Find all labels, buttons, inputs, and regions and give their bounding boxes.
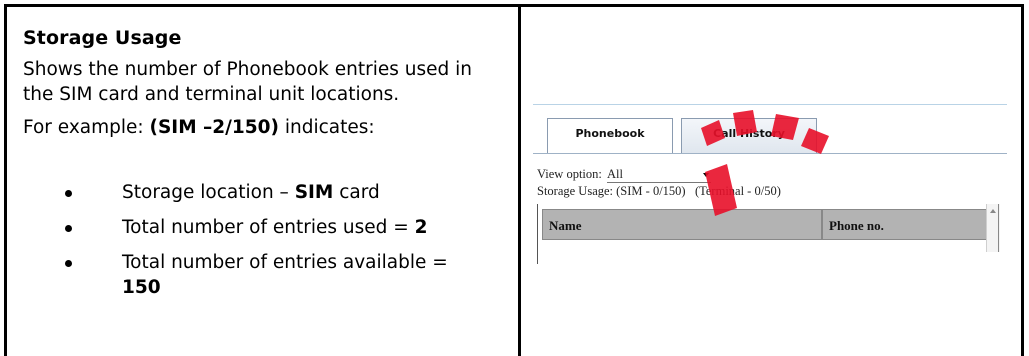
phonebook-grid: Name Phone no. <box>537 204 1000 264</box>
column-header-phone[interactable]: Phone no. <box>822 209 990 240</box>
section-heading: Storage Usage <box>23 27 182 49</box>
chevron-down-icon <box>703 173 709 177</box>
example-prefix: For example: <box>23 117 150 138</box>
storage-usage-text: Storage Usage: (SIM - 0/150) (Terminal -… <box>537 184 781 198</box>
grid-header: Name Phone no. <box>542 209 990 240</box>
view-option-select[interactable]: All <box>607 167 711 183</box>
list-item: Storage location – SIM card <box>23 180 503 205</box>
list-item: Total number of entries available = 150 <box>23 250 503 300</box>
view-option-row: View option: All <box>537 167 711 183</box>
embedded-screenshot: Phonebook Call History View option: All … <box>533 104 1007 264</box>
tab-strip-border <box>533 153 1007 154</box>
view-option-label: View option: <box>537 167 602 181</box>
example-line: For example: (SIM –2/150) indicates: <box>23 117 503 138</box>
bullet-list: Storage location – SIM card Total number… <box>23 180 503 300</box>
scroll-up-icon[interactable] <box>990 209 996 213</box>
divider <box>533 104 1007 105</box>
example-suffix: indicates: <box>279 117 375 138</box>
list-item: Total number of entries used = 2 <box>23 215 503 240</box>
tab-phonebook[interactable]: Phonebook <box>547 118 673 154</box>
grid-edge <box>998 204 999 252</box>
description-cell: Storage Usage Shows the number of Phoneb… <box>23 27 503 310</box>
column-header-name[interactable]: Name <box>542 209 822 240</box>
tab-call-history[interactable]: Call History <box>681 118 817 154</box>
column-divider <box>518 7 521 356</box>
example-code: (SIM –2/150) <box>149 117 279 138</box>
description-paragraph: Shows the number of Phonebook entries us… <box>23 59 472 105</box>
